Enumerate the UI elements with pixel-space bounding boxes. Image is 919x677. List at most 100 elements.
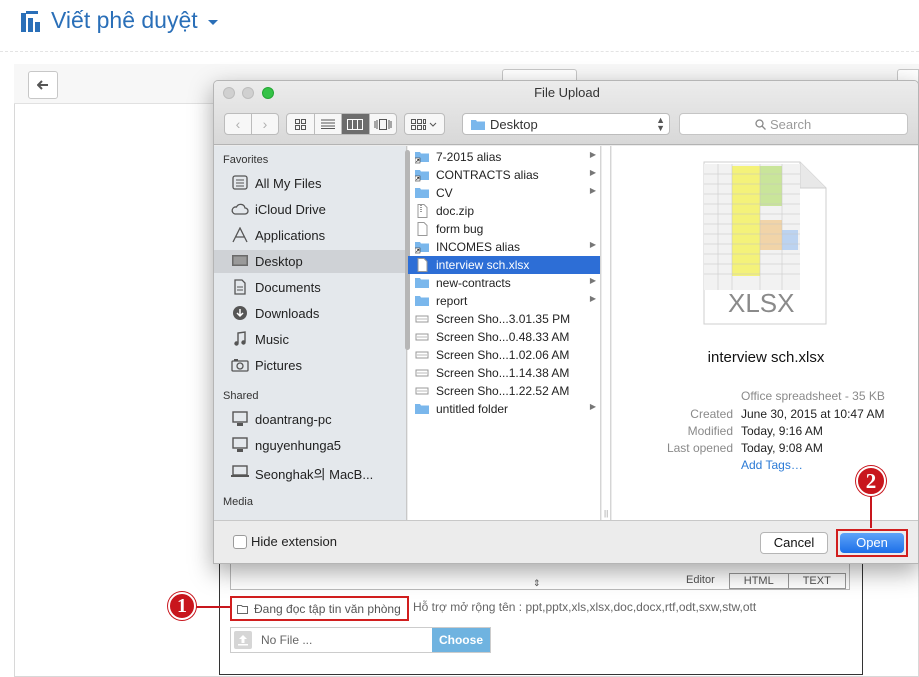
- sidebar-item-label: Pictures: [255, 358, 302, 373]
- meta-value-last-opened: Today, 9:08 AM: [741, 441, 823, 455]
- preview-file-name: interview sch.xlsx: [707, 349, 825, 366]
- tab-editor[interactable]: Editor: [670, 573, 729, 589]
- file-list-item[interactable]: 7-2015 alias ▶: [408, 148, 600, 166]
- arrange-button[interactable]: [404, 113, 445, 135]
- sidebar-item-label: doantrang-pc: [255, 412, 332, 427]
- documents-icon: [234, 279, 246, 295]
- open-button[interactable]: Open: [840, 533, 904, 553]
- sidebar-item-desktop[interactable]: Desktop: [214, 250, 406, 273]
- file-list-item[interactable]: Screen Sho...0.48.33 AM: [408, 328, 600, 346]
- add-tags-link[interactable]: Add Tags…: [741, 458, 803, 472]
- search-field[interactable]: [679, 113, 908, 135]
- resize-handle-icon[interactable]: ⇕: [533, 578, 541, 589]
- sidebar-section-favorites: Favorites: [223, 154, 269, 166]
- file-name: interview sch.xlsx: [436, 258, 530, 272]
- file-name: untitled folder: [436, 402, 509, 416]
- hide-extension-checkbox[interactable]: [233, 535, 247, 549]
- chevron-down-icon[interactable]: [208, 20, 218, 25]
- column-resize-handle-icon[interactable]: ||: [604, 509, 608, 518]
- file-list-item[interactable]: Screen Sho...1.22.52 AM: [408, 382, 600, 400]
- xlsx-document-icon: XLSX: [703, 161, 827, 325]
- callout-badge-1: 1: [168, 592, 196, 620]
- cancel-button[interactable]: Cancel: [760, 532, 828, 554]
- page-title[interactable]: Viết phê duyệt: [51, 7, 198, 34]
- list-view-button[interactable]: [313, 114, 342, 134]
- downloads-icon: [233, 306, 247, 320]
- file-upload-dialog: File Upload ‹ › Desktop ▲ ▼ Search Favor…: [213, 80, 919, 564]
- file-list-item[interactable]: doc.zip: [408, 202, 600, 220]
- zip-file-icon: [415, 204, 429, 218]
- alias-folder-icon: [414, 240, 429, 254]
- callout-line: [196, 606, 230, 608]
- file-name: 7-2015 alias: [436, 150, 502, 164]
- sidebar-item-label: Music: [255, 332, 289, 347]
- file-name: form bug: [436, 222, 484, 236]
- file-list-item[interactable]: interview sch.xlsx: [408, 256, 600, 274]
- file-list-item[interactable]: Screen Sho...1.14.38 AM: [408, 364, 600, 382]
- image-file-icon: [415, 384, 429, 398]
- file-list-item[interactable]: report ▶: [408, 292, 600, 310]
- file-list-item[interactable]: Screen Sho...1.02.06 AM: [408, 346, 600, 364]
- sidebar-item-downloads[interactable]: Downloads: [214, 302, 406, 325]
- sidebar-item-label: nguyenhunga5: [255, 438, 342, 453]
- dialog-title: File Upload: [534, 85, 600, 100]
- sidebar-item-seonghak-macbook[interactable]: Seonghak의 MacB...: [214, 460, 406, 483]
- file-list-item[interactable]: CV ▶: [408, 184, 600, 202]
- folder-icon: [415, 186, 429, 200]
- alias-folder-icon: [414, 168, 429, 182]
- computer-icon: [232, 411, 248, 426]
- chevron-right-icon: ▶: [589, 402, 596, 411]
- tab-html[interactable]: HTML: [728, 573, 789, 589]
- sidebar-item-music[interactable]: Music: [214, 328, 406, 351]
- sidebar-item-applications[interactable]: Applications: [214, 224, 406, 247]
- office-file-link-label: Đang đọc tập tin văn phòng: [254, 602, 401, 616]
- file-name: Screen Sho...1.02.06 AM: [436, 348, 570, 362]
- back-button[interactable]: [28, 71, 58, 99]
- coverflow-view-button[interactable]: [368, 114, 397, 134]
- sidebar-item-pictures[interactable]: Pictures: [214, 354, 406, 377]
- location-value: Desktop: [490, 117, 538, 132]
- search-input[interactable]: [770, 116, 890, 132]
- upload-icon: [234, 631, 252, 649]
- sidebar: Favorites All My Files iCloud Drive Appl…: [214, 146, 407, 520]
- pictures-icon: [231, 359, 249, 372]
- file-input[interactable]: No File ... Choose: [230, 627, 491, 653]
- sidebar-item-all-my-files[interactable]: All My Files: [214, 172, 406, 195]
- file-name: Screen Sho...1.14.38 AM: [436, 366, 570, 380]
- sidebar-item-doantrang-pc[interactable]: doantrang-pc: [214, 408, 406, 431]
- forward-nav-button[interactable]: ›: [251, 114, 278, 134]
- office-file-link[interactable]: Đang đọc tập tin văn phòng: [230, 596, 409, 621]
- sidebar-item-icloud-drive[interactable]: iCloud Drive: [214, 198, 406, 221]
- meta-value-modified: Today, 9:16 AM: [741, 424, 823, 438]
- folder-icon: [415, 402, 429, 416]
- file-list-item[interactable]: untitled folder ▶: [408, 400, 600, 418]
- sidebar-section-media: Media: [223, 496, 253, 508]
- tab-text[interactable]: TEXT: [788, 573, 846, 589]
- sidebar-item-nguyenhunga5[interactable]: nguyenhunga5: [214, 434, 406, 457]
- chevron-right-icon: ▶: [589, 294, 596, 303]
- dialog-titlebar: File Upload ‹ › Desktop ▲ ▼: [214, 81, 918, 145]
- file-list-item[interactable]: CONTRACTS alias ▶: [408, 166, 600, 184]
- hide-extension-label[interactable]: Hide extension: [251, 534, 337, 549]
- icon-view-button[interactable]: [287, 114, 314, 134]
- choose-button[interactable]: Choose: [432, 628, 490, 652]
- image-file-icon: [415, 348, 429, 362]
- editor-tabs: Editor HTML TEXT: [670, 573, 846, 589]
- all-files-icon: [232, 175, 248, 190]
- file-list-item[interactable]: new-contracts ▶: [408, 274, 600, 292]
- chevron-right-icon: ▶: [589, 150, 596, 159]
- file-name: doc.zip: [436, 204, 475, 218]
- image-file-icon: [415, 330, 429, 344]
- column-view-button[interactable]: [341, 114, 369, 134]
- grid-icon: [294, 118, 306, 130]
- folder-icon: [415, 294, 429, 308]
- sidebar-item-documents[interactable]: Documents: [214, 276, 406, 299]
- file-list-item[interactable]: INCOMES alias ▶: [408, 238, 600, 256]
- back-nav-button[interactable]: ‹: [225, 114, 251, 134]
- location-select[interactable]: Desktop ▲ ▼: [462, 113, 670, 135]
- file-name: report: [436, 294, 468, 308]
- page-header: Viết phê duyệt: [0, 0, 919, 52]
- history-nav: ‹ ›: [224, 113, 279, 135]
- file-list-item[interactable]: form bug: [408, 220, 600, 238]
- file-list-item[interactable]: Screen Sho...3.01.35 PM: [408, 310, 600, 328]
